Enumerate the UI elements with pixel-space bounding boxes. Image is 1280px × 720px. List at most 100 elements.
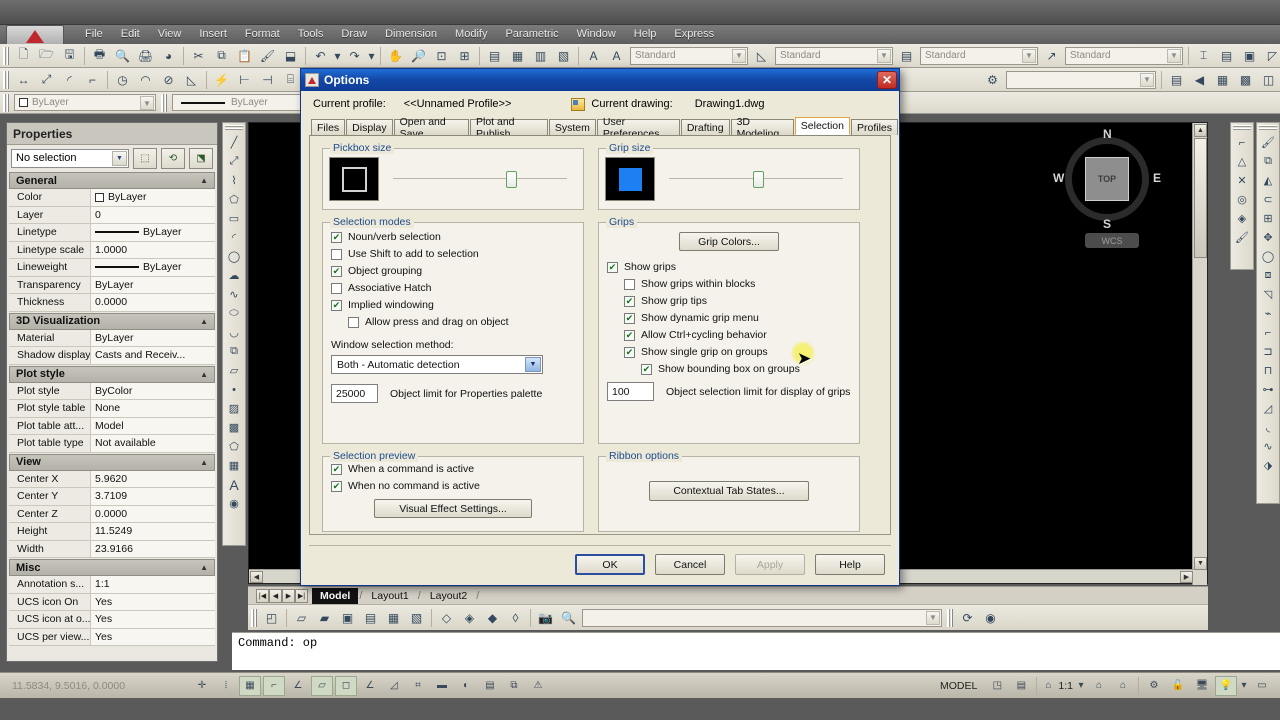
toolbar-grip[interactable] bbox=[1233, 125, 1251, 131]
extend-icon[interactable]: ⌐ bbox=[1258, 323, 1278, 342]
property-value-cell[interactable]: Casts and Receiv... bbox=[91, 347, 215, 364]
rectangle-icon[interactable]: ▭ bbox=[224, 209, 244, 228]
property-value-cell[interactable]: ByLayer bbox=[91, 189, 215, 206]
chevron-down-icon[interactable]: ▼ bbox=[525, 357, 541, 372]
checkbox-unchecked-icon[interactable] bbox=[331, 282, 342, 294]
pickbox-size-slider[interactable] bbox=[393, 170, 567, 188]
scroll-right-icon[interactable]: ▶ bbox=[1180, 571, 1193, 583]
tab-open-and-save[interactable]: Open and Save bbox=[393, 116, 469, 140]
chevron-down-icon[interactable]: ▼ bbox=[926, 610, 940, 625]
add-selected-icon[interactable]: ◉ bbox=[224, 494, 244, 513]
text-style-icon[interactable]: A bbox=[606, 46, 627, 66]
property-value-cell[interactable]: 23.9166 bbox=[91, 540, 215, 557]
menu-item-dimension[interactable]: Dimension bbox=[376, 25, 446, 44]
checkbox-show-bounding-box-on-groups[interactable]: ✔ Show bounding box on groups bbox=[641, 363, 851, 375]
field-icon[interactable]: ▣ bbox=[1239, 46, 1260, 66]
table-style-combo[interactable]: Standard ▼ bbox=[920, 46, 1038, 65]
auto-scale-icon[interactable]: ⌂ bbox=[1112, 676, 1134, 696]
layer-isolate-icon[interactable]: ◫ bbox=[1258, 70, 1279, 90]
plot-preview-icon[interactable]: 🔍 bbox=[112, 46, 133, 66]
checkbox-object-grouping[interactable]: ✔ Object grouping bbox=[331, 265, 575, 277]
point-icon[interactable]: • bbox=[224, 380, 244, 399]
layer-properties-icon[interactable]: ▤ bbox=[1166, 70, 1187, 90]
break-icon[interactable]: ⊓ bbox=[1258, 361, 1278, 380]
table-insert-icon[interactable]: ▤ bbox=[1216, 46, 1237, 66]
mleader-style-combo[interactable]: Standard ▼ bbox=[1065, 46, 1183, 65]
table-style-icon[interactable]: ▤ bbox=[896, 46, 917, 66]
light-default-icon[interactable]: ◇ bbox=[436, 608, 457, 628]
hardware-accel-icon[interactable]: 🖥 bbox=[1191, 676, 1213, 696]
multiline-text-icon[interactable]: A bbox=[224, 475, 244, 494]
menu-item-window[interactable]: Window bbox=[568, 25, 625, 44]
viewcube-east-label[interactable]: E bbox=[1153, 171, 1161, 185]
revision-cloud-icon[interactable]: ☁ bbox=[224, 266, 244, 285]
properties-group-list[interactable]: General ▲ Color ByLayer Layer 0 Linetype ByLaye… bbox=[7, 171, 217, 661]
selection-cycling-icon[interactable]: ⧉ bbox=[503, 676, 525, 696]
tool-palettes-icon[interactable]: ▥ bbox=[530, 46, 551, 66]
property-row[interactable]: Thickness 0.0000 bbox=[9, 294, 215, 312]
chevron-down-icon[interactable]: ▼ bbox=[732, 48, 746, 63]
lock-icon[interactable]: 🔓 bbox=[1167, 676, 1189, 696]
baseline-dimension-icon[interactable]: ⊢ bbox=[234, 70, 255, 90]
mleader-style-icon[interactable]: ↗ bbox=[1041, 46, 1062, 66]
zoom-window-icon[interactable]: ⊡ bbox=[431, 46, 452, 66]
menu-item-tools[interactable]: Tools bbox=[289, 25, 333, 44]
layer-previous-icon[interactable]: ◀ bbox=[1189, 70, 1210, 90]
ortho-mode-icon[interactable]: ⌐ bbox=[263, 675, 285, 696]
property-row[interactable]: Center Z 0.0000 bbox=[9, 505, 215, 523]
scale-icon[interactable]: ⧈ bbox=[1258, 266, 1278, 285]
chevron-down-icon[interactable]: ▼ bbox=[140, 96, 154, 110]
checkbox-checked-icon[interactable]: ✔ bbox=[331, 265, 342, 277]
annotation-scale-value[interactable]: 1:1 bbox=[1056, 680, 1075, 692]
property-value-cell[interactable]: Not available bbox=[91, 435, 215, 452]
chevron-up-icon[interactable]: ▲ bbox=[200, 176, 208, 185]
property-group-header[interactable]: Plot style ▲ bbox=[9, 365, 215, 383]
move-icon[interactable]: ✥ bbox=[1258, 228, 1278, 247]
viewcube-north-label[interactable]: N bbox=[1103, 127, 1112, 141]
zoom-previous-icon[interactable]: ⊞ bbox=[454, 46, 475, 66]
toolbar-grip[interactable] bbox=[251, 608, 257, 627]
checkbox-unchecked-icon[interactable] bbox=[624, 278, 635, 290]
chevron-down-icon[interactable]: ▾ bbox=[1239, 676, 1249, 696]
chevron-down-icon[interactable]: ▼ bbox=[112, 150, 127, 166]
copy-object-icon[interactable]: ⧉ bbox=[1258, 152, 1278, 171]
property-row[interactable]: Plot style table None bbox=[9, 400, 215, 418]
property-row[interactable]: Lineweight ByLayer bbox=[9, 259, 215, 277]
workspace-gear-icon[interactable]: ⚙ bbox=[1143, 676, 1165, 696]
checkbox-checked-icon[interactable]: ✔ bbox=[331, 480, 342, 492]
undo-icon[interactable]: ↶ bbox=[310, 46, 331, 66]
viewcube-west-label[interactable]: W bbox=[1053, 171, 1064, 185]
viewcube-south-label[interactable]: S bbox=[1103, 217, 1111, 231]
chevron-down-icon[interactable]: ▼ bbox=[1167, 48, 1181, 63]
pickbox-slider-thumb[interactable] bbox=[506, 171, 518, 188]
grip-size-slider[interactable] bbox=[669, 170, 843, 188]
ok-button[interactable]: OK bbox=[575, 554, 645, 575]
linear-dimension-icon[interactable]: ↔ bbox=[13, 70, 34, 90]
redo-icon[interactable]: ↷ bbox=[344, 46, 365, 66]
checkbox-noun-verb-selection[interactable]: ✔ Noun/verb selection bbox=[331, 231, 575, 243]
properties-palette-icon[interactable]: ▤ bbox=[484, 46, 505, 66]
property-row[interactable]: Center X 5.9620 bbox=[9, 470, 215, 488]
property-row[interactable]: Transparency ByLayer bbox=[9, 276, 215, 294]
property-row[interactable]: UCS icon On Yes bbox=[9, 593, 215, 611]
object-snap-icon[interactable]: ▱ bbox=[311, 675, 333, 696]
layout-tab-model[interactable]: Model bbox=[312, 587, 359, 604]
color-control-combo[interactable]: ByLayer ▼ bbox=[14, 94, 156, 111]
array-icon[interactable]: ⊞ bbox=[1258, 209, 1278, 228]
polyline-icon[interactable]: ⌇ bbox=[224, 171, 244, 190]
menu-item-help[interactable]: Help bbox=[625, 25, 666, 44]
multiline-text-icon[interactable]: ⌶ bbox=[1193, 46, 1214, 66]
scale-dropdown-icon[interactable]: ▾ bbox=[1076, 676, 1086, 696]
cut-icon[interactable]: ✂ bbox=[188, 46, 209, 66]
checkbox-when-no-command-is-active[interactable]: ✔ When no command is active bbox=[331, 480, 575, 492]
property-value-cell[interactable]: 0 bbox=[91, 206, 215, 223]
command-line[interactable]: Command: op bbox=[232, 632, 1280, 670]
publish-icon[interactable]: 🖨 bbox=[135, 46, 156, 66]
checkbox-unchecked-icon[interactable] bbox=[331, 248, 342, 260]
toolbar-grip[interactable] bbox=[947, 608, 953, 627]
property-row[interactable]: Annotation s... 1:1 bbox=[9, 576, 215, 594]
spline-icon[interactable]: ∿ bbox=[224, 285, 244, 304]
region-icon[interactable]: ⬠ bbox=[224, 437, 244, 456]
tab-user-preferences[interactable]: User Preferences bbox=[596, 116, 680, 140]
chevron-up-icon[interactable]: ▲ bbox=[200, 370, 208, 379]
